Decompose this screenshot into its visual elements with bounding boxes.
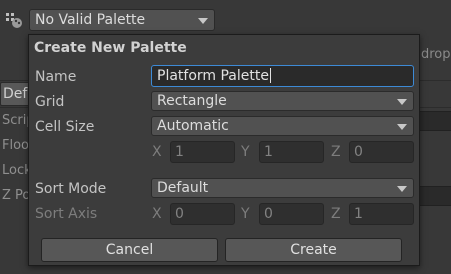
sort-mode-select-value: Default	[157, 180, 209, 196]
cell-size-y-label: Y	[241, 144, 250, 160]
sort-axis-x-field: 0	[170, 203, 235, 225]
chevron-down-icon	[397, 99, 407, 105]
cell-size-y-field: 1	[259, 141, 324, 163]
inspector-field[interactable]	[416, 186, 451, 206]
inspector-field[interactable]	[416, 111, 451, 131]
grid-select[interactable]: Rectangle	[151, 91, 414, 111]
cancel-button[interactable]: Cancel	[41, 238, 218, 262]
cell-size-select-value: Automatic	[157, 118, 229, 134]
cell-size-label: Cell Size	[35, 119, 95, 135]
sort-axis-x-label: X	[152, 206, 162, 222]
sort-axis-label: Sort Axis	[35, 206, 98, 222]
cell-size-select[interactable]: Automatic	[151, 116, 414, 136]
sort-axis-y-field: 0	[259, 203, 324, 225]
tile-palette-icon[interactable]	[3, 9, 25, 31]
lock-label: Lock	[2, 163, 30, 178]
sort-mode-select[interactable]: Default	[151, 178, 414, 198]
name-field[interactable]: Platform Palette	[151, 65, 414, 87]
grid-label: Grid	[35, 94, 65, 110]
cell-size-z-field: 0	[349, 141, 414, 163]
cell-size-x-label: X	[152, 144, 162, 160]
text-cursor	[269, 68, 271, 83]
cell-size-x-field: 1	[170, 141, 235, 163]
chevron-down-icon	[397, 186, 407, 192]
create-button[interactable]: Create	[225, 238, 402, 262]
chevron-down-icon	[198, 18, 208, 24]
palette-dropdown[interactable]: No Valid Palette	[29, 9, 215, 31]
sort-mode-label: Sort Mode	[35, 181, 107, 197]
cell-size-z-label: Z	[331, 144, 341, 160]
floor-label: Floo	[2, 138, 29, 153]
script-label: Scrip	[2, 113, 30, 128]
sort-axis-y-label: Y	[241, 206, 250, 222]
sort-axis-z-field: 1	[349, 203, 414, 225]
defaults-button[interactable]: Defa	[0, 82, 30, 106]
chevron-down-icon	[397, 124, 407, 130]
palette-dropdown-value: No Valid Palette	[35, 12, 146, 28]
dialog-title: Create New Palette	[34, 40, 187, 56]
name-field-value: Platform Palette	[157, 68, 269, 84]
drop-hint-text: drop	[421, 47, 451, 62]
grid-select-value: Rectangle	[157, 93, 227, 109]
create-palette-dialog: Create New Palette Name Platform Palette…	[28, 34, 420, 266]
name-label: Name	[35, 69, 77, 85]
z-position-label: Z Po	[2, 188, 30, 203]
sort-axis-z-label: Z	[331, 206, 341, 222]
